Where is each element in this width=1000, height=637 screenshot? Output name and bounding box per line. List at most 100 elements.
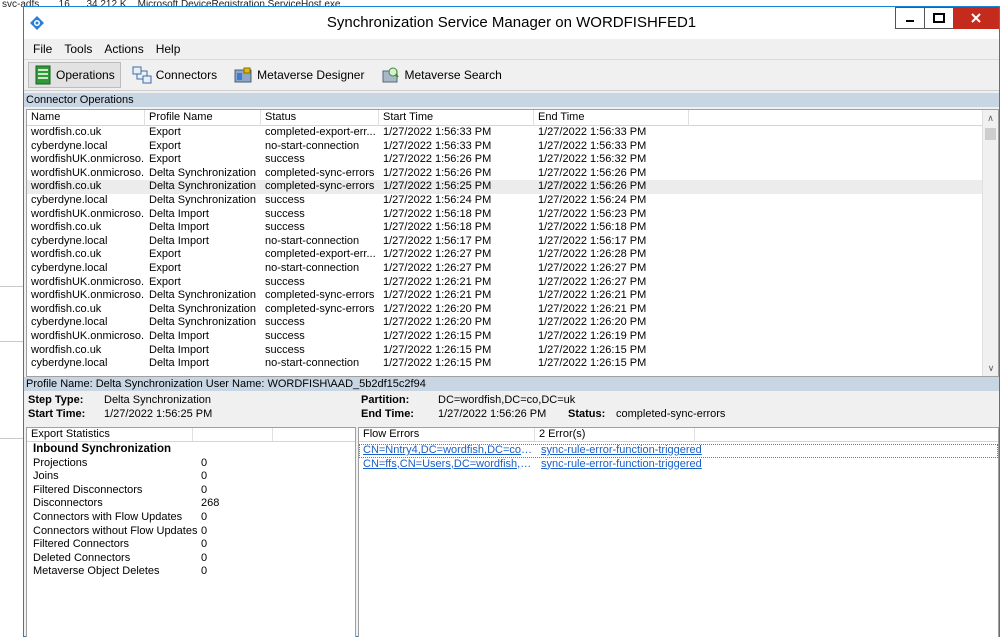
cell-profile-name: Export <box>149 126 181 138</box>
statistic-label: Disconnectors <box>33 497 103 510</box>
export-statistics-title[interactable]: Export Statistics <box>27 428 193 441</box>
menu-bar: File Tools Actions Help <box>24 39 999 59</box>
statistic-value: 0 <box>201 483 208 496</box>
scroll-thumb[interactable] <box>985 128 996 140</box>
cell-start-time: 1/27/2022 1:56:33 PM <box>383 126 492 138</box>
cell-end-time: 1/27/2022 1:26:21 PM <box>538 289 647 302</box>
table-row[interactable]: cyberdyne.local Delta Synchronization succ… <box>27 194 982 208</box>
table-row[interactable]: wordfish.co.uk Export completed-export-err… <box>27 248 982 262</box>
operations-button[interactable]: Operations <box>28 62 121 88</box>
list-item[interactable]: Inbound Synchronization <box>27 443 355 457</box>
flow-error-dn-link[interactable]: CN=Nntry4,DC=wordfish,DC=co,D... <box>359 444 535 458</box>
cell-start-time: 1/27/2022 1:26:21 PM <box>383 275 492 288</box>
table-row[interactable]: wordfishUK.onmicroso... Delta Import succe… <box>27 208 982 222</box>
list-item[interactable]: Filtered Disconnectors 0 <box>27 484 355 498</box>
table-row[interactable]: wordfishUK.onmicroso... Export success 1/27… <box>27 276 982 290</box>
cell-end-time: 1/27/2022 1:26:15 PM <box>538 357 647 370</box>
cell-status: completed-sync-errors <box>265 289 375 302</box>
minimize-button[interactable] <box>895 7 925 29</box>
close-button[interactable] <box>953 7 999 29</box>
table-row[interactable]: cyberdyne.local Export no-start-connection… <box>27 140 982 154</box>
export-statistics-pane[interactable]: Export Statistics Inbound Synchronizatio… <box>26 427 356 637</box>
column-header-status[interactable]: Status <box>261 110 379 126</box>
cell-name: wordfishUK.onmicroso... <box>31 207 145 220</box>
maximize-button[interactable] <box>924 7 954 29</box>
scroll-down-icon[interactable]: ∨ <box>983 360 998 376</box>
table-row[interactable]: cyberdyne.local Delta Import no-start-conn… <box>27 357 982 371</box>
table-row[interactable]: wordfish.co.uk Delta Synchronization compl… <box>27 180 982 194</box>
cell-name: wordfish.co.uk <box>31 248 102 261</box>
statistic-value: 0 <box>201 456 208 469</box>
cell-start-time: 1/27/2022 1:26:15 PM <box>383 357 492 370</box>
operations-scrollbar[interactable]: ∧ ∨ <box>982 110 998 376</box>
end-time-value: 1/27/2022 1:56:26 PM <box>438 408 547 420</box>
cell-profile-name: Delta Synchronization <box>149 302 257 315</box>
list-item[interactable]: Deleted Connectors 0 <box>27 552 355 566</box>
list-item[interactable]: Connectors with Flow Updates 0 <box>27 511 355 525</box>
cell-status: success <box>265 316 305 329</box>
cell-end-time: 1/27/2022 1:26:27 PM <box>538 261 647 274</box>
menu-help[interactable]: Help <box>150 42 187 56</box>
flow-error-type-link[interactable]: sync-rule-error-function-triggered <box>535 444 702 458</box>
table-row[interactable]: wordfish.co.uk Export completed-export-err… <box>27 126 982 140</box>
connector-operations-grid[interactable]: Name Profile Name Status Start Time End … <box>26 109 999 377</box>
metaverse-designer-button[interactable]: Metaverse Designer <box>228 62 369 88</box>
list-item[interactable]: Projections 0 <box>27 457 355 471</box>
table-row[interactable]: wordfishUK.onmicroso... Delta Import succe… <box>27 330 982 344</box>
column-header-start-time[interactable]: Start Time <box>379 110 534 126</box>
column-header-name[interactable]: Name <box>27 110 145 126</box>
list-item[interactable]: Joins 0 <box>27 470 355 484</box>
column-header-end-time[interactable]: End Time <box>534 110 689 126</box>
metaverse-designer-icon <box>234 67 252 83</box>
metaverse-search-button[interactable]: Metaverse Search <box>375 62 506 88</box>
table-row[interactable]: wordfishUK.onmicroso... Export success 1/27… <box>27 153 982 167</box>
title-bar[interactable]: Synchronization Service Manager on WORDF… <box>24 7 999 39</box>
cell-end-time: 1/27/2022 1:56:18 PM <box>538 221 647 234</box>
cell-start-time: 1/27/2022 1:56:17 PM <box>383 234 492 247</box>
cell-end-time: 1/27/2022 1:26:20 PM <box>538 316 647 329</box>
table-row[interactable]: wordfishUK.onmicroso... Delta Synchroniza… <box>27 289 982 303</box>
list-item[interactable]: CN=ffs,CN=Users,DC=wordfish,DC... sync-ru… <box>359 458 998 472</box>
list-item[interactable]: Disconnectors 268 <box>27 497 355 511</box>
end-time-label: End Time: <box>361 408 414 420</box>
cell-start-time: 1/27/2022 1:56:18 PM <box>383 207 492 220</box>
flow-errors-title[interactable]: Flow Errors <box>359 428 535 441</box>
flow-error-type-link[interactable]: sync-rule-error-function-triggered <box>535 458 702 472</box>
table-row[interactable]: wordfish.co.uk Delta Import success 1/27/20… <box>27 344 982 358</box>
cell-profile-name: Delta Import <box>149 221 209 234</box>
cell-status: success <box>265 221 305 234</box>
cell-status: success <box>265 207 305 220</box>
cell-end-time: 1/27/2022 1:56:24 PM <box>538 193 647 206</box>
table-row[interactable]: wordfish.co.uk Delta Import success 1/27/20… <box>27 221 982 235</box>
flow-errors-pane[interactable]: Flow Errors 2 Error(s) CN=Nntry4,DC=word… <box>358 427 999 637</box>
statistic-label: Projections <box>33 456 88 469</box>
table-row[interactable]: cyberdyne.local Delta Synchronization succ… <box>27 316 982 330</box>
cell-end-time: 1/27/2022 1:56:17 PM <box>538 234 647 247</box>
flow-error-dn-link[interactable]: CN=ffs,CN=Users,DC=wordfish,DC... <box>359 458 535 472</box>
cell-start-time: 1/27/2022 1:56:26 PM <box>383 166 492 179</box>
cell-end-time: 1/27/2022 1:56:33 PM <box>538 139 647 152</box>
statistic-value: 268 <box>201 497 220 510</box>
export-statistics-value-header[interactable] <box>193 428 273 441</box>
menu-file[interactable]: File <box>27 42 58 56</box>
cell-profile-name: Export <box>149 248 181 261</box>
list-item[interactable]: Connectors without Flow Updates 0 <box>27 525 355 539</box>
scroll-up-icon[interactable]: ∧ <box>983 110 998 126</box>
cell-status: no-start-connection <box>265 357 360 370</box>
connectors-button[interactable]: Connectors <box>127 62 222 88</box>
list-item[interactable]: Metaverse Object Deletes 0 <box>27 565 355 579</box>
list-item[interactable]: Filtered Connectors 0 <box>27 538 355 552</box>
cell-name: wordfish.co.uk <box>31 302 102 315</box>
table-row[interactable]: cyberdyne.local Export no-start-connection… <box>27 262 982 276</box>
menu-actions[interactable]: Actions <box>98 42 149 56</box>
table-row[interactable]: wordfish.co.uk Delta Synchronization compl… <box>27 303 982 317</box>
flow-errors-count[interactable]: 2 Error(s) <box>535 428 695 441</box>
table-row[interactable]: cyberdyne.local Delta Import no-start-conn… <box>27 235 982 249</box>
cell-status: no-start-connection <box>265 139 360 152</box>
column-header-profile-name[interactable]: Profile Name <box>145 110 261 126</box>
statistic-value <box>197 443 277 457</box>
menu-tools[interactable]: Tools <box>58 42 98 56</box>
cell-name: wordfishUK.onmicroso... <box>31 275 145 288</box>
list-item[interactable]: CN=Nntry4,DC=wordfish,DC=co,D... sync-rul… <box>359 444 998 458</box>
table-row[interactable]: wordfishUK.onmicroso... Delta Synchroniza… <box>27 167 982 181</box>
